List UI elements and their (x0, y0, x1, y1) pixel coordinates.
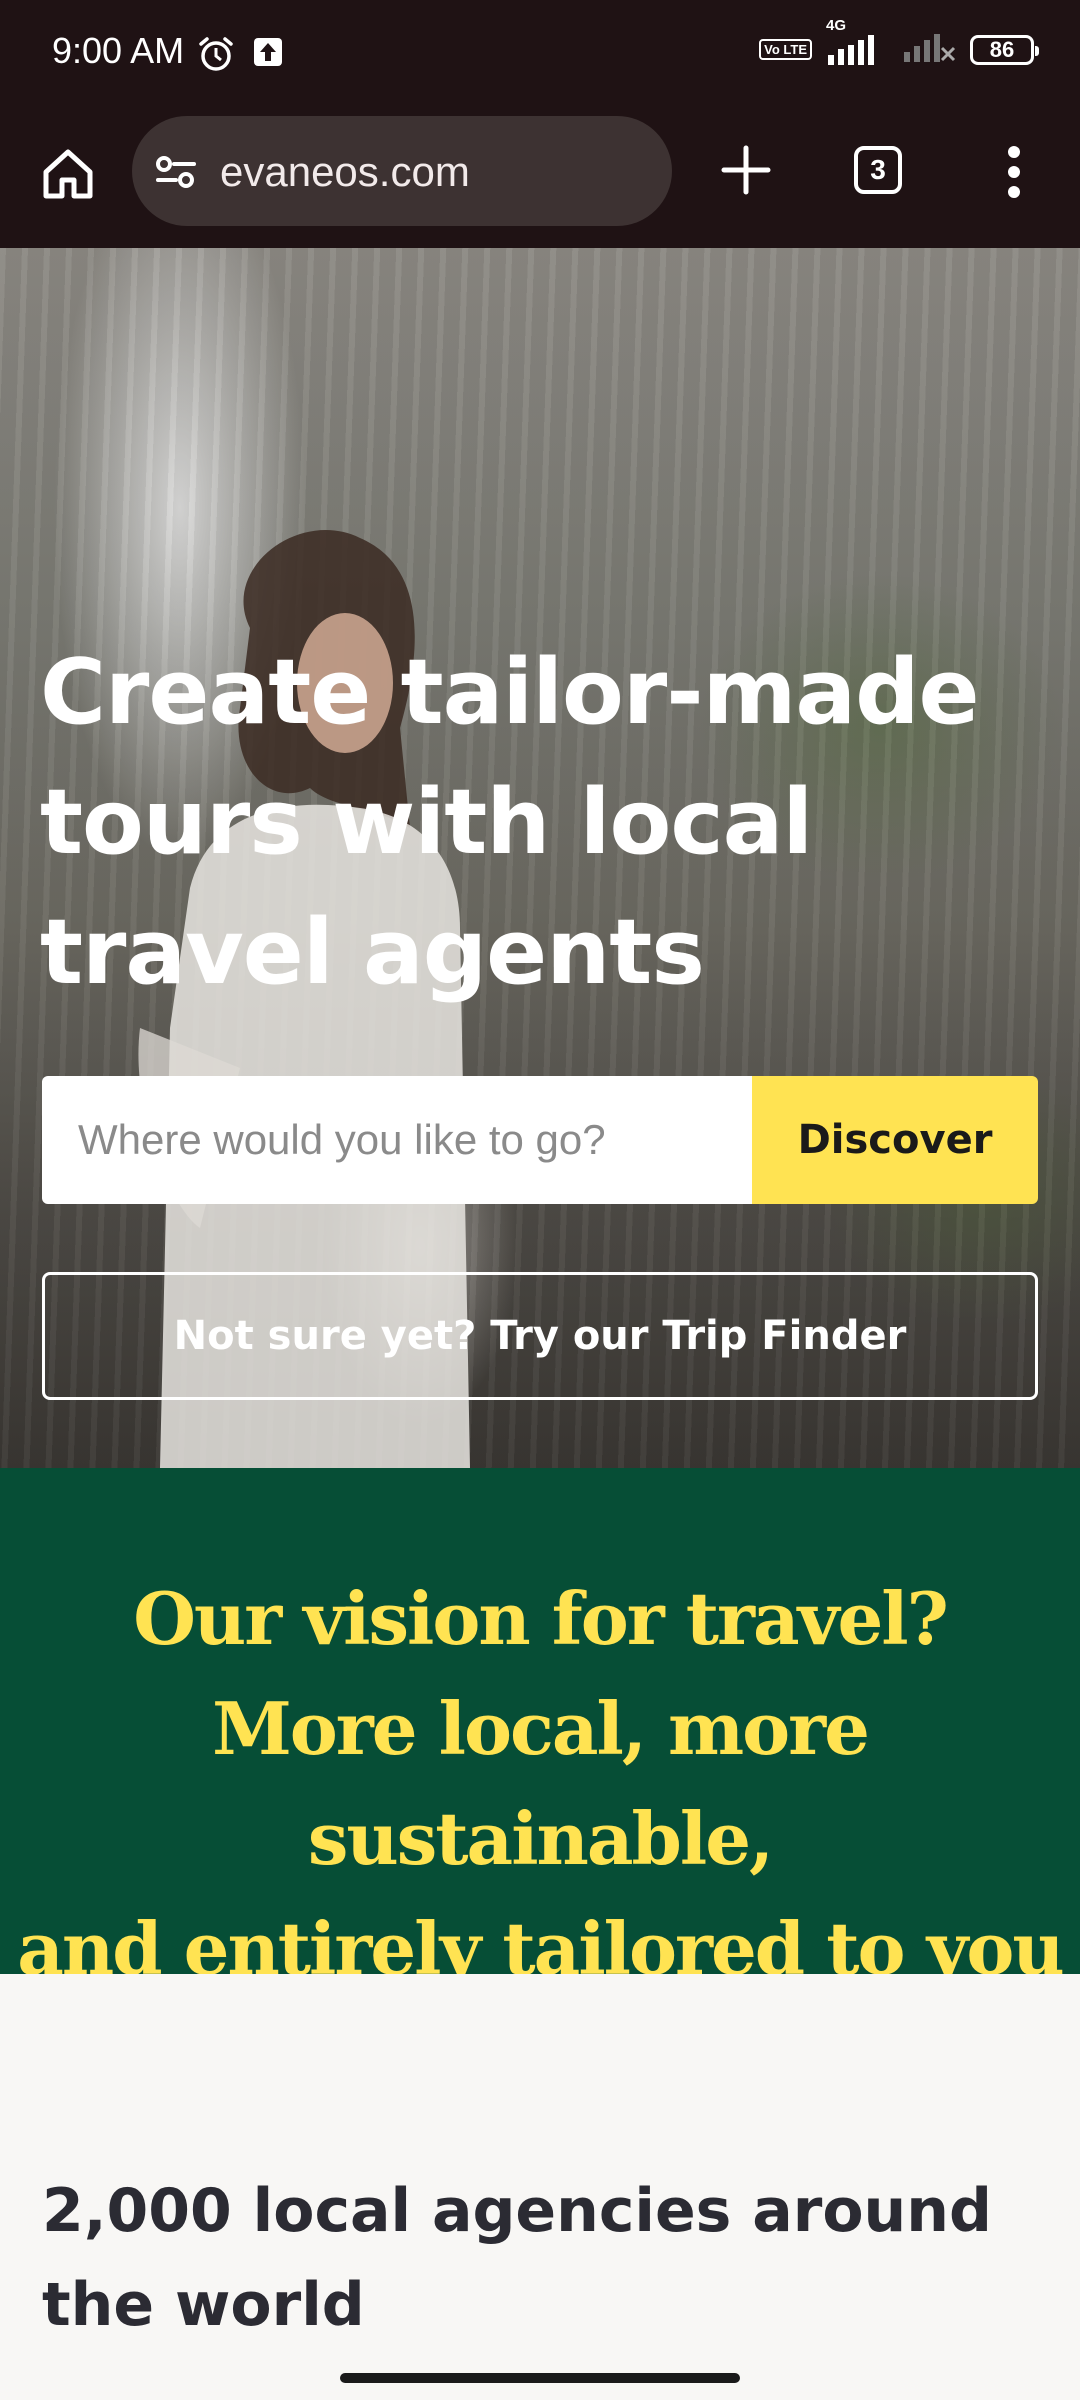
alarm-icon (196, 34, 236, 79)
signal-weak-icon (902, 30, 956, 69)
vision-section: Our vision for travel? More local, more … (0, 1468, 1080, 1991)
battery-icon: 86 (970, 34, 1039, 65)
network-type-label: 4G (826, 16, 847, 34)
home-icon (43, 149, 93, 199)
hero-section: Create tailor-made tours with local trav… (0, 248, 1080, 1468)
trip-finder-button[interactable]: Not sure yet? Try our Trip Finder (42, 1272, 1038, 1400)
new-tab-button[interactable] (716, 140, 776, 200)
url-text: evaneos.com (220, 148, 470, 195)
discover-button[interactable]: Discover (752, 1076, 1038, 1204)
hero-title: Create tailor-made tours with local trav… (40, 640, 980, 1005)
vision-line-1: Our vision for travel? (133, 1576, 949, 1661)
status-time: 9:00 AM (52, 30, 185, 71)
tab-switcher-button[interactable]: 3 (854, 146, 902, 194)
agencies-section: 2,000 local agencies around the world (0, 1974, 1080, 2400)
volte-icon: Vo LTE (759, 39, 812, 60)
status-indicators: Vo LTE 4G 86 (759, 17, 1039, 69)
more-menu-button[interactable] (996, 144, 1032, 200)
home-button[interactable] (36, 142, 100, 206)
address-bar[interactable]: evaneos.com (132, 116, 672, 226)
status-bar: 9:00 AM Vo LTE 4G 86 (0, 0, 1080, 110)
more-vert-icon (1008, 146, 1020, 198)
agencies-title: 2,000 local agencies around the world (42, 2176, 992, 2340)
plus-icon (721, 145, 771, 195)
gesture-home-indicator[interactable] (340, 2373, 740, 2383)
browser-toolbar: evaneos.com 3 (0, 110, 1080, 248)
destination-search: Discover (42, 1076, 1038, 1204)
upload-notification-icon (252, 36, 284, 73)
signal-4g-icon: 4G (826, 17, 888, 67)
destination-search-input[interactable] (42, 1076, 752, 1204)
vision-line-2: More local, more sustainable, (212, 1686, 870, 1881)
vision-statement: Our vision for travel? More local, more … (0, 1564, 1080, 2004)
site-info-icon[interactable] (154, 152, 198, 197)
